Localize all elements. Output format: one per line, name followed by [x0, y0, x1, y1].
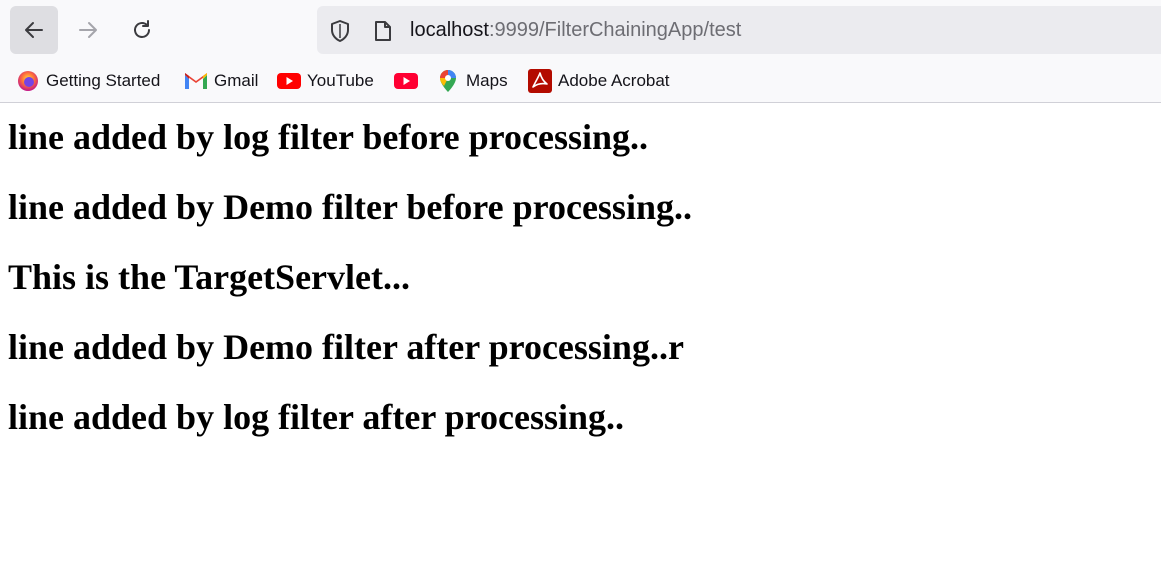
youtube-icon — [394, 69, 418, 93]
address-bar[interactable]: localhost:9999/FilterChainingApp/test — [317, 6, 1161, 54]
youtube-icon — [277, 69, 301, 93]
bookmark-label: Adobe Acrobat — [558, 71, 670, 90]
acrobat-icon — [528, 69, 552, 93]
bookmark-youtube-2[interactable] — [394, 69, 424, 93]
gmail-icon — [184, 69, 208, 93]
output-line: line added by Demo filter after processi… — [8, 327, 684, 367]
bookmark-maps[interactable]: Maps — [436, 69, 508, 93]
shield-icon[interactable] — [329, 19, 351, 43]
output-line: line added by log filter after processin… — [8, 397, 624, 437]
maps-pin-icon — [436, 69, 460, 93]
page-content: line added by log filter before processi… — [0, 116, 1161, 438]
url-host: localhost — [410, 19, 489, 41]
output-line: line added by log filter before processi… — [8, 117, 649, 157]
back-button[interactable] — [10, 6, 58, 54]
firefox-icon — [16, 69, 40, 93]
forward-button[interactable] — [64, 6, 112, 54]
output-line: This is the TargetServlet... — [8, 257, 410, 297]
bookmark-adobe-acrobat[interactable]: Adobe Acrobat — [528, 69, 670, 93]
bookmark-label: Getting Started — [46, 71, 161, 90]
bookmark-label: YouTube — [307, 71, 374, 90]
page-icon[interactable] — [373, 20, 393, 42]
arrow-right-icon — [79, 22, 97, 38]
url-path: :9999/FilterChainingApp/test — [488, 19, 742, 41]
reload-icon — [134, 20, 150, 38]
arrow-left-icon — [25, 22, 43, 38]
output-line: line added by Demo filter before process… — [8, 187, 692, 227]
bookmark-gmail[interactable]: Gmail — [184, 69, 258, 93]
bookmark-youtube[interactable]: YouTube — [277, 69, 374, 93]
bookmark-label: Gmail — [214, 71, 259, 90]
bookmarks-toolbar: Getting Started Gmail YouTube Maps Adobe… — [0, 60, 1161, 103]
bookmark-getting-started[interactable]: Getting Started — [16, 69, 160, 93]
reload-button[interactable] — [118, 6, 166, 54]
bookmark-label: Maps — [466, 71, 508, 90]
url-text[interactable]: localhost:9999/FilterChainingApp/test — [410, 18, 741, 42]
browser-toolbar: localhost:9999/FilterChainingApp/test — [0, 0, 1161, 60]
